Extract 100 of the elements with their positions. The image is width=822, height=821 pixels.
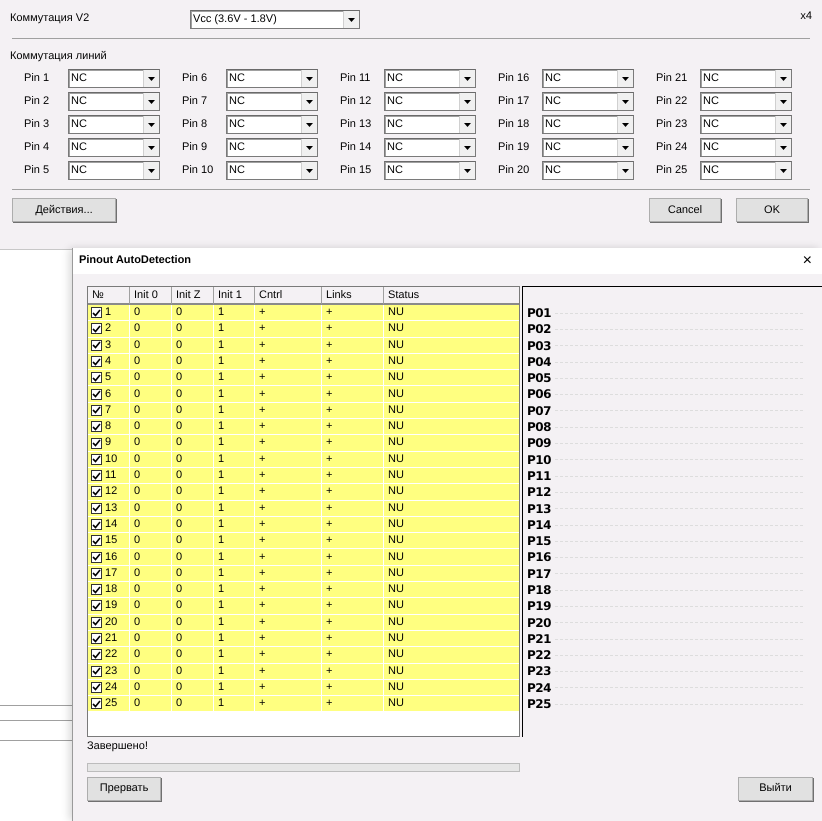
column-header[interactable]: Init 1 — [214, 287, 255, 305]
dropdown-arrow-icon — [306, 76, 313, 81]
column-header[interactable]: Init Z — [172, 287, 214, 305]
pin-name: P20 — [527, 616, 552, 630]
checkbox[interactable] — [91, 649, 102, 660]
dropdown-arrow-icon — [622, 100, 629, 104]
pin-label: Pin 19 — [498, 141, 530, 154]
table-cell: + — [322, 370, 384, 386]
checkbox[interactable] — [91, 666, 102, 677]
table-cell: 0 — [130, 468, 172, 484]
dropdown[interactable]: NC — [226, 69, 318, 88]
table-cell: 0 — [130, 630, 172, 648]
checkbox[interactable] — [91, 340, 102, 351]
dropdown-arrow-icon — [464, 168, 471, 173]
dialog-button[interactable]: Cancel — [649, 198, 721, 222]
table-cell: 1 — [214, 468, 255, 484]
dropdown[interactable]: NC — [542, 69, 634, 88]
column-header[interactable]: Status — [384, 287, 519, 305]
dropdown-arrow-icon — [780, 122, 787, 127]
checkbox[interactable] — [91, 438, 102, 449]
dropdown-arrow-icon — [464, 100, 471, 104]
pin-label: Pin 9 — [182, 141, 208, 154]
table-cell: 0 — [130, 582, 172, 598]
exit-button[interactable]: Выйти — [738, 777, 813, 801]
checkbox[interactable] — [91, 616, 102, 628]
column-header[interactable]: Init 0 — [130, 287, 172, 305]
table-cell: 23 — [105, 664, 118, 678]
column-header[interactable]: № — [88, 287, 130, 305]
checkbox[interactable] — [91, 568, 102, 579]
table-cell: + — [255, 680, 322, 696]
dropdown[interactable]: NC — [384, 69, 476, 88]
checkbox[interactable] — [91, 698, 102, 710]
dropdown[interactable]: NC — [700, 69, 792, 88]
checkbox[interactable] — [91, 372, 102, 384]
checkbox[interactable] — [91, 519, 102, 530]
checkbox[interactable] — [91, 421, 102, 432]
checkbox[interactable] — [91, 600, 102, 612]
dropdown[interactable]: NC — [68, 161, 160, 180]
table-cell: NU — [384, 338, 519, 354]
checkbox[interactable] — [91, 682, 102, 693]
dropdown[interactable]: NC — [542, 92, 634, 112]
table-cell: + — [255, 500, 322, 517]
dropdown[interactable]: NC — [700, 161, 792, 180]
dropdown[interactable]: NC — [700, 92, 792, 112]
checkbox[interactable] — [91, 388, 102, 400]
table-cell: 0 — [130, 598, 172, 615]
dropdown[interactable]: NC — [542, 161, 634, 180]
pin-label: Pin 6 — [182, 72, 208, 86]
dropdown[interactable]: NC — [384, 161, 476, 180]
dropdown[interactable]: NC — [68, 92, 160, 112]
table-cell: + — [255, 468, 322, 484]
dropdown[interactable]: NC — [542, 138, 634, 158]
abort-button[interactable]: Прервать — [87, 777, 161, 801]
table-cell: 0 — [130, 402, 172, 420]
dropdown[interactable]: NC — [700, 138, 792, 158]
table-cell: 0 — [172, 696, 214, 712]
pin-label: Pin 8 — [182, 118, 208, 132]
dropdown[interactable]: NC — [68, 115, 160, 134]
column-header[interactable]: Cntrl — [255, 287, 322, 305]
dropdown[interactable]: NC — [226, 138, 318, 158]
dropdown[interactable]: NC — [68, 69, 160, 88]
dropdown[interactable]: NC — [384, 138, 476, 158]
table-cell: 1 — [214, 452, 255, 468]
pin-label: Pin 7 — [182, 95, 208, 108]
checkbox[interactable] — [91, 307, 102, 318]
checkbox[interactable] — [91, 356, 102, 368]
dropdown[interactable]: NC — [68, 138, 160, 158]
checkbox[interactable] — [91, 535, 102, 546]
close-button[interactable]: × — [798, 253, 816, 269]
checkbox[interactable] — [91, 323, 102, 334]
checkbox[interactable] — [91, 404, 102, 416]
table-cell: + — [255, 664, 322, 680]
table-cell: 0 — [130, 419, 172, 436]
checkbox[interactable] — [91, 584, 102, 596]
column-header[interactable]: Links — [322, 287, 384, 305]
dropdown[interactable]: NC — [542, 115, 634, 134]
table-cell: + — [255, 305, 322, 322]
table-cell: 1 — [214, 402, 255, 420]
table-cell: 10 — [105, 452, 118, 466]
dropdown-arrow-icon — [306, 122, 313, 127]
checkbox[interactable] — [91, 486, 102, 498]
dropdown[interactable]: NC — [226, 92, 318, 112]
table-cell: + — [255, 647, 322, 664]
dropdown[interactable]: NC — [226, 161, 318, 180]
table-cell: 0 — [172, 630, 214, 648]
pin-label: Pin 14 — [340, 141, 372, 154]
actions-button[interactable]: Действия... — [12, 198, 116, 222]
dropdown[interactable]: NC — [226, 115, 318, 134]
checkbox[interactable] — [91, 552, 102, 563]
checkbox[interactable] — [91, 454, 102, 465]
checkbox[interactable] — [91, 502, 102, 514]
checkbox[interactable] — [91, 633, 102, 644]
table-cell: 0 — [172, 647, 214, 664]
dialog-button[interactable]: OK — [736, 198, 808, 222]
dropdown[interactable]: NC — [384, 92, 476, 112]
dropdown[interactable]: NC — [384, 115, 476, 134]
dropdown[interactable]: Vcc (3.6V - 1.8V) — [190, 10, 360, 29]
checkbox[interactable] — [91, 470, 102, 482]
dropdown[interactable]: NC — [700, 115, 792, 134]
table-cell: + — [255, 484, 322, 501]
